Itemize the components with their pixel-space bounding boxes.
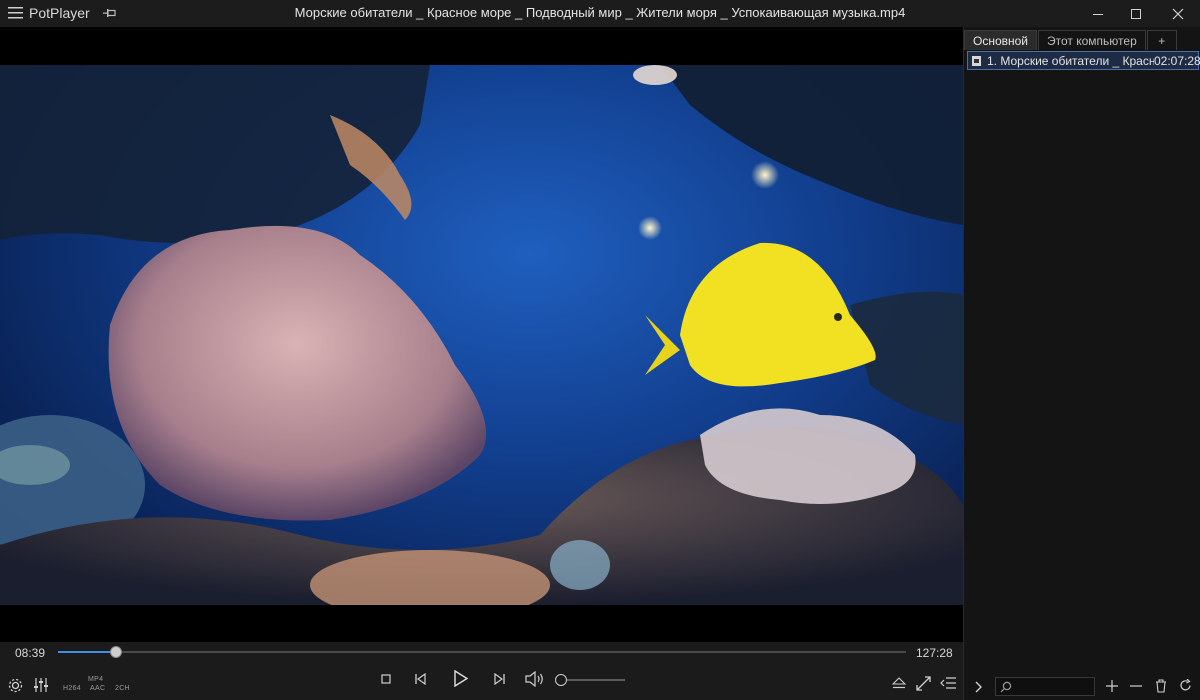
volume-slider-thumb[interactable]	[555, 674, 567, 686]
maximize-button[interactable]	[1114, 0, 1158, 27]
volume-icon[interactable]	[525, 671, 545, 687]
equalizer-icon[interactable]	[33, 677, 49, 693]
playlist-item[interactable]: 1. Морские обитатели _ Красно… 02:07:28	[967, 51, 1200, 70]
channels-label: 2CH	[115, 685, 130, 692]
video-frame[interactable]	[0, 65, 963, 605]
container-label: MP4	[88, 676, 104, 683]
playlist-search-input[interactable]	[995, 677, 1095, 696]
app-name[interactable]: PotPlayer	[29, 5, 90, 21]
stop-icon[interactable]	[381, 674, 391, 684]
refresh-icon[interactable]	[1179, 679, 1192, 692]
tab-main[interactable]: Основной	[964, 30, 1038, 50]
add-icon[interactable]	[1106, 680, 1118, 692]
minimize-icon	[1093, 13, 1103, 15]
seek-bar-fill	[58, 651, 116, 653]
settings-icon[interactable]	[8, 678, 23, 693]
playlist-item-name: 1. Морские обитатели _ Красно…	[987, 53, 1154, 68]
add-tab-button[interactable]: +	[1146, 30, 1177, 50]
seek-bar[interactable]	[58, 646, 906, 658]
chevron-right-icon[interactable]	[975, 681, 983, 693]
window-title: Морские обитатели _ Красное море _ Подво…	[294, 5, 906, 20]
total-time: 127:28	[916, 646, 953, 660]
yellow-fish	[645, 242, 876, 387]
play-icon[interactable]	[453, 670, 469, 687]
playlist-toolbar	[964, 672, 1200, 700]
audio-codec-label: AAC	[90, 685, 106, 692]
playlist-panel: Основной Этот компьютер + 1. Морские оби…	[963, 27, 1200, 700]
file-icon	[972, 55, 981, 66]
title-bar: PotPlayer Морские обитатели _ Красное мо…	[0, 0, 1200, 27]
maximize-icon	[1131, 8, 1141, 19]
fullscreen-icon[interactable]	[916, 676, 931, 691]
pin-icon[interactable]	[103, 7, 117, 19]
volume-slider[interactable]	[567, 679, 625, 681]
previous-icon[interactable]	[414, 673, 426, 685]
trash-icon[interactable]	[1155, 679, 1167, 693]
close-button[interactable]	[1156, 0, 1200, 27]
video-scene	[0, 65, 963, 605]
playlist-tabs: Основной Этот компьютер +	[964, 30, 1200, 50]
tab-this-computer[interactable]: Этот компьютер	[1038, 30, 1146, 50]
seek-bar-thumb[interactable]	[109, 646, 122, 658]
current-time: 08:39	[15, 646, 46, 660]
search-icon	[1000, 681, 1012, 693]
video-codec-label: H264	[63, 685, 81, 692]
eject-icon[interactable]	[892, 677, 906, 689]
video-area[interactable]	[0, 27, 963, 642]
controls-bar: 08:39 127:28 H264 MP4 AAC 2CH	[0, 642, 963, 700]
hamburger-icon[interactable]	[8, 6, 23, 20]
close-icon	[1172, 8, 1184, 19]
playlist-toggle-icon[interactable]	[940, 677, 956, 689]
playlist-item-duration: 02:07:28	[1154, 53, 1200, 68]
next-icon[interactable]	[494, 673, 506, 685]
remove-icon[interactable]	[1130, 680, 1142, 692]
